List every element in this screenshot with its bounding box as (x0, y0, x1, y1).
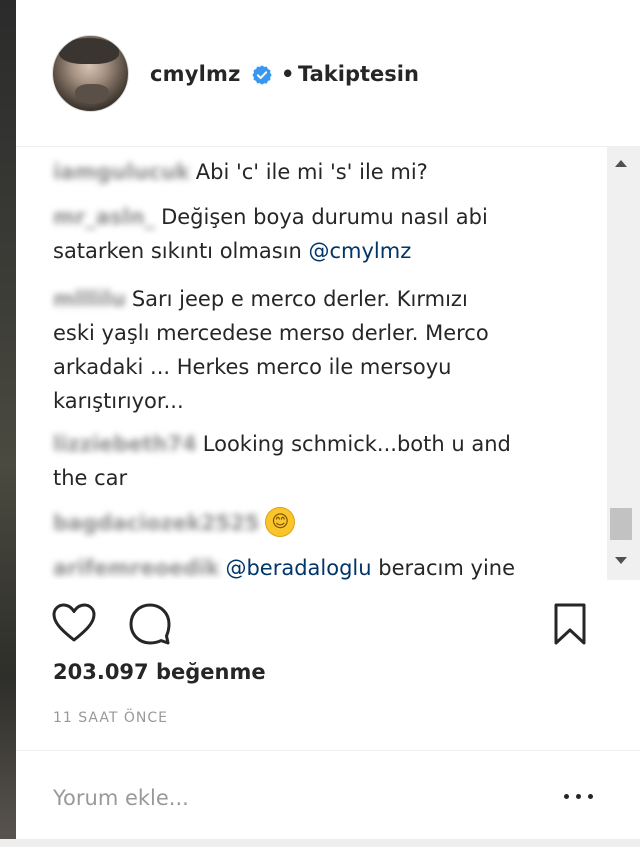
more-options-icon[interactable] (562, 786, 596, 806)
verified-badge-icon (252, 65, 272, 85)
scroll-down-arrow-icon[interactable] (615, 557, 627, 564)
comment-author[interactable]: iamgulucuk (53, 160, 190, 184)
comment-text: arkadaki ... Herkes merco ile mersoyu (53, 355, 452, 379)
post-header: cmylmz • Takiptesin (16, 0, 640, 147)
smiling-face-emoji: 😊 (265, 507, 296, 537)
comment-author[interactable]: lizziebeth74 (53, 432, 197, 456)
comment-item: mlllilu Sarı jeep e merco derler. Kırmızı… (53, 282, 573, 418)
comment-text: satarken sıkıntı olmasın (53, 239, 309, 263)
comment-author[interactable]: mlllilu (53, 287, 126, 311)
comment-item: iamgulucuk Abi 'c' ile mi 's' ile mi? (53, 155, 573, 189)
scrollbar-thumb[interactable] (610, 508, 632, 540)
add-comment-input[interactable] (53, 780, 523, 816)
avatar[interactable] (52, 35, 129, 112)
comment-item: arifemreoedik @beradaloglu beracım yine (53, 551, 573, 580)
post-actions (16, 590, 640, 650)
comment-text: Sarı jeep e merco derler. Kırmızı (131, 287, 468, 311)
comment-item: mr_asln_ Değişen boya durumu nasıl abi sa… (53, 200, 573, 268)
comment-text: eski yaşlı mercedese merso derler. Merco (53, 321, 489, 345)
mention-link[interactable]: @cmylmz (308, 239, 411, 263)
post-timestamp[interactable]: 11 SAAT ÖNCE (53, 710, 168, 726)
window-bottom-edge (0, 839, 640, 847)
comment-author[interactable]: bagdaciozek2525 (53, 511, 259, 535)
divider (16, 750, 640, 751)
follow-status[interactable]: Takiptesin (298, 62, 419, 86)
comment-text: Looking schmick...both u and (202, 432, 511, 456)
comment-author[interactable]: arifemreoedik (53, 556, 219, 580)
comments-list: iamgulucuk Abi 'c' ile mi 's' ile mi? mr_… (16, 146, 607, 580)
scroll-up-arrow-icon[interactable] (615, 160, 627, 167)
comment-text: Değişen boya durumu nasıl abi (161, 205, 488, 229)
heart-icon[interactable] (50, 600, 98, 648)
comments-scrollbar[interactable] (607, 146, 640, 580)
comment-item: bagdaciozek2525 😊 (53, 506, 573, 540)
comment-author[interactable]: mr_asln_ (53, 205, 155, 229)
background-photo-edge (0, 0, 16, 847)
bookmark-icon[interactable] (546, 600, 594, 648)
comment-text: beracım yine (378, 556, 516, 580)
comment-icon[interactable] (126, 600, 174, 648)
username-link[interactable]: cmylmz (150, 62, 241, 86)
comment-item: lizziebeth74 Looking schmick...both u and… (53, 427, 573, 495)
comment-text: Abi 'c' ile mi 's' ile mi? (195, 160, 428, 184)
comment-text: karıştırıyor... (53, 389, 184, 413)
separator-dot: • (281, 62, 295, 86)
comment-text: the car (53, 466, 128, 490)
likes-count[interactable]: 203.097 beğenme (53, 660, 266, 684)
mention-link[interactable]: @beradaloglu (225, 556, 371, 580)
